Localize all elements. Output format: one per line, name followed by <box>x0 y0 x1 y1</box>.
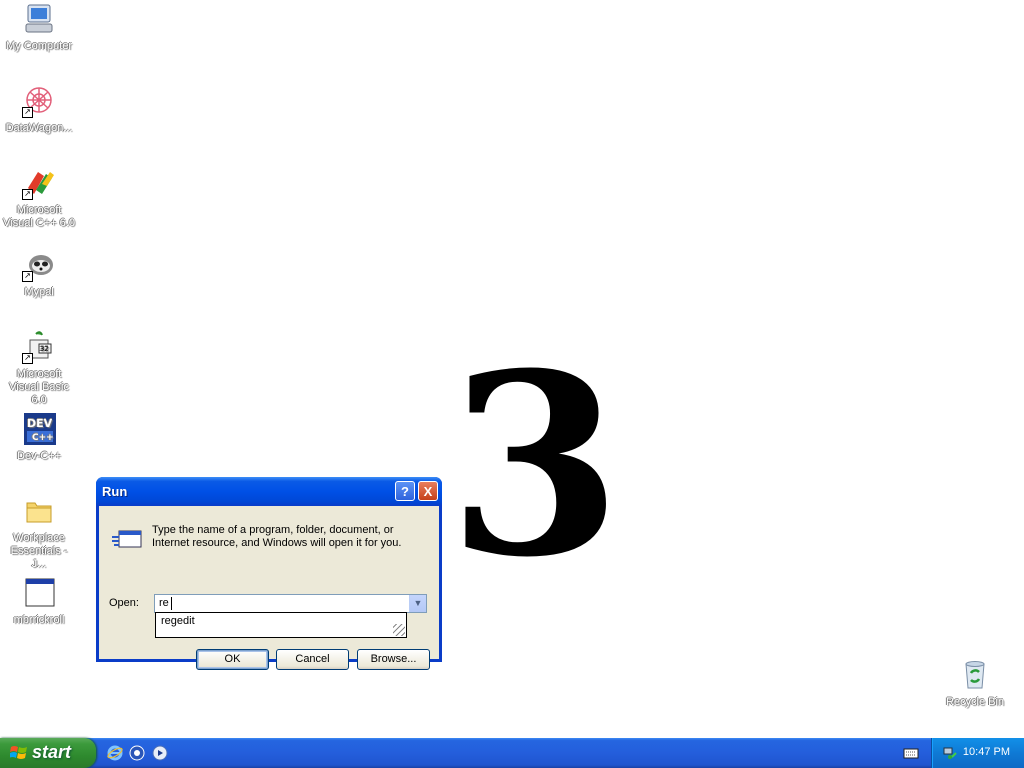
keyboard-icon[interactable] <box>903 746 919 760</box>
visual-basic-icon: 32 ↗ <box>22 330 56 364</box>
ok-button[interactable]: OK <box>196 649 269 670</box>
media-player-icon[interactable] <box>152 745 168 761</box>
dev-cpp-icon: DEV C++ <box>22 412 56 446</box>
desktop-icon-my-computer[interactable]: My Computer <box>0 2 78 53</box>
desktop-icon-mbrrickroll[interactable]: mbrrickroll <box>0 576 78 627</box>
windows-flag-icon <box>10 746 27 759</box>
desktop-icon-label: DataWagon... <box>5 122 73 134</box>
shortcut-arrow-icon: ↗ <box>22 271 33 282</box>
run-dialog: Run ? X Type the name of a program, fold… <box>96 477 442 670</box>
big-number-text: 3 <box>448 318 622 612</box>
desktop-icon-workplace-essentials[interactable]: Workplace Essentials - J... <box>0 494 78 571</box>
run-dialog-body: Type the name of a program, folder, docu… <box>99 506 439 670</box>
text-caret <box>171 597 172 610</box>
internet-explorer-icon[interactable] <box>107 745 123 761</box>
desktop-icon-datawagon[interactable]: ↗ DataWagon... <box>0 84 78 135</box>
autocomplete-item[interactable]: regedit <box>161 615 195 627</box>
desktop-icon-label: Workplace Essentials - J... <box>10 532 68 570</box>
datawagon-icon: ↗ <box>22 84 56 118</box>
shortcut-arrow-icon: ↗ <box>22 353 33 364</box>
autocomplete-list: regedit <box>155 612 407 638</box>
close-button[interactable]: X <box>418 481 438 501</box>
start-label: start <box>32 742 72 762</box>
cancel-button[interactable]: Cancel <box>276 649 349 670</box>
chevron-down-icon: ▼ <box>413 598 423 608</box>
desktop-icon-label: Microsoft Visual Basic 6.0 <box>9 368 69 406</box>
desktop-icon-visual-cpp[interactable]: ↗ Microsoft Visual C++ 6.0 <box>0 166 78 230</box>
run-dialog-title: Run <box>102 484 128 499</box>
window-app-icon <box>22 576 56 610</box>
desktop-icon-label: Dev-C++ <box>16 450 62 462</box>
close-icon: X <box>423 484 433 499</box>
open-input-value[interactable]: re <box>159 597 169 609</box>
clock[interactable]: 10:47 PM <box>963 746 1010 758</box>
start-button[interactable]: start <box>0 738 96 768</box>
network-icon[interactable] <box>942 745 958 761</box>
resize-grip-icon[interactable] <box>393 624 405 636</box>
mypal-icon: ↗ <box>22 248 56 282</box>
help-button[interactable]: ? <box>395 481 415 501</box>
open-combobox[interactable]: re ▼ <box>154 594 427 613</box>
desktop-icon-dev-cpp[interactable]: DEV C++ Dev-C++ <box>0 412 78 463</box>
desktop-icon-label: Recycle Bin <box>945 696 1005 708</box>
help-icon: ? <box>401 484 409 499</box>
desktop-icon-label: Mypal <box>24 286 54 298</box>
recycle-bin-icon <box>958 658 992 692</box>
mozilla-icon[interactable] <box>129 745 145 761</box>
folder-icon <box>22 494 56 528</box>
svg-text:C++: C++ <box>32 433 54 443</box>
open-label: Open: <box>109 597 139 609</box>
desktop-icon-label: mbrrickroll <box>13 614 65 626</box>
run-program-icon <box>111 527 143 553</box>
visual-cpp-icon: ↗ <box>22 166 56 200</box>
svg-text:32: 32 <box>40 345 49 353</box>
combo-dropdown-button[interactable]: ▼ <box>409 595 426 612</box>
desktop-icon-label: Microsoft Visual C++ 6.0 <box>3 204 75 229</box>
svg-text:DEV: DEV <box>27 417 53 430</box>
my-computer-icon <box>22 2 56 36</box>
system-tray: 10:47 PM <box>931 738 1024 768</box>
shortcut-arrow-icon: ↗ <box>22 189 33 200</box>
run-description: Type the name of a program, folder, docu… <box>152 524 402 549</box>
desktop-icon-mypal[interactable]: ↗ Mypal <box>0 248 78 299</box>
desktop-icon-recycle-bin[interactable]: Recycle Bin <box>936 658 1014 709</box>
desktop-icon-label: My Computer <box>5 40 73 52</box>
taskbar: start 10:47 PM <box>0 738 1024 768</box>
shortcut-arrow-icon: ↗ <box>22 107 33 118</box>
browse-button[interactable]: Browse... <box>357 649 430 670</box>
desktop-icon-visual-basic[interactable]: 32 ↗ Microsoft Visual Basic 6.0 <box>0 330 78 407</box>
run-dialog-titlebar[interactable]: Run ? X <box>96 477 442 506</box>
